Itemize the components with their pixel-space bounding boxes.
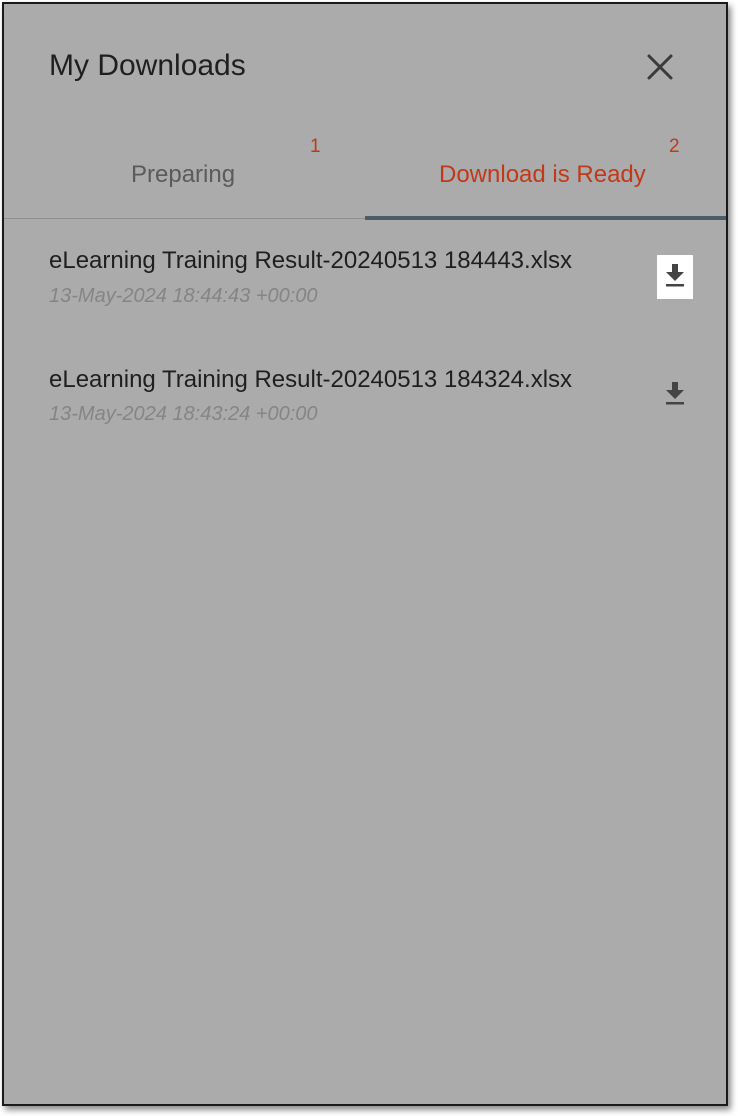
panel-title: My Downloads — [49, 49, 246, 82]
close-button[interactable] — [644, 51, 676, 83]
download-file-name: eLearning Training Result-20240513 18432… — [49, 366, 573, 393]
tab-download-ready-label: Download is Ready — [439, 161, 646, 188]
download-item: eLearning Training Result-20240513 18432… — [4, 339, 726, 439]
tab-preparing[interactable]: Preparing 1 — [4, 124, 365, 218]
download-button[interactable] — [657, 255, 693, 299]
download-timestamp: 13-May-2024 18:44:43 +00:00 — [49, 285, 318, 307]
downloads-panel: My Downloads Preparing 1 Download is Rea… — [2, 2, 728, 1106]
tab-download-ready[interactable]: Download is Ready 2 — [365, 124, 726, 220]
tab-preparing-label: Preparing — [131, 161, 236, 188]
tab-download-ready-count-badge: 2 — [669, 136, 680, 157]
close-icon — [644, 51, 676, 83]
download-timestamp: 13-May-2024 18:43:24 +00:00 — [49, 403, 318, 425]
download-icon — [664, 262, 686, 293]
download-item: eLearning Training Result-20240513 18444… — [4, 220, 726, 320]
download-file-name: eLearning Training Result-20240513 18444… — [49, 247, 573, 274]
tab-bar: Preparing 1 Download is Ready 2 — [4, 124, 726, 220]
download-button[interactable] — [657, 373, 693, 417]
tab-preparing-count-badge: 1 — [310, 136, 321, 157]
download-icon — [664, 380, 686, 411]
